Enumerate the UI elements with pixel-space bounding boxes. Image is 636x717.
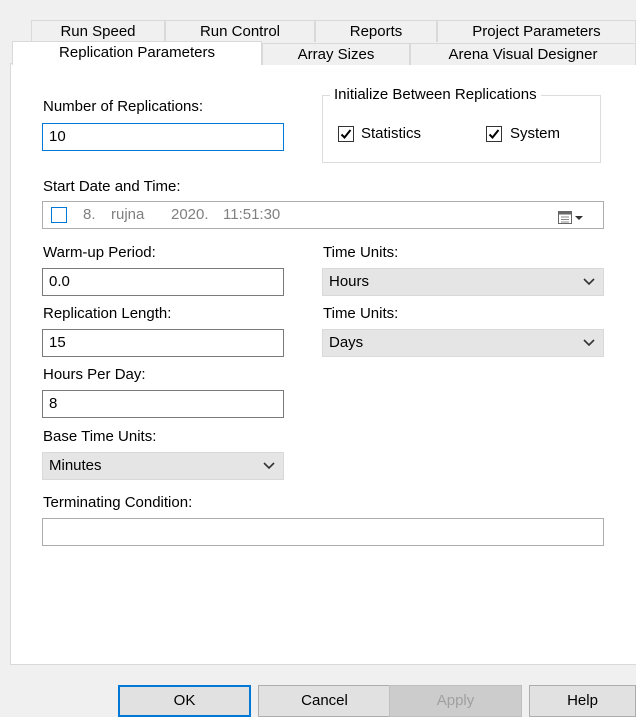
num-replications-input[interactable]: 10 [42, 123, 284, 151]
system-label: System [510, 125, 561, 142]
statistics-label: Statistics [361, 125, 422, 142]
base-time-units-label: Base Time Units: [43, 428, 157, 445]
start-date-time: 11:51:30 [223, 206, 281, 223]
replication-length-input[interactable]: 15 [42, 329, 284, 357]
tab-replication-parameters[interactable]: Replication Parameters [12, 41, 262, 65]
calendar-dropdown-icon[interactable] [558, 208, 586, 234]
tab-run-speed[interactable]: Run Speed [31, 20, 165, 42]
terminating-condition-input[interactable] [42, 518, 604, 546]
start-date-day: 8. [83, 206, 96, 223]
replication-time-units-value: Days [329, 334, 364, 351]
ok-button[interactable]: OK [118, 685, 251, 717]
start-date-label: Start Date and Time: [43, 178, 181, 195]
cancel-button[interactable]: Cancel [258, 685, 391, 717]
warmup-time-units-value: Hours [329, 273, 370, 290]
replication-length-label: Replication Length: [43, 305, 172, 322]
start-date-month: rujna [111, 206, 145, 223]
tab-run-control[interactable]: Run Control [165, 20, 315, 42]
tab-arena-visual-designer[interactable]: Arena Visual Designer [410, 43, 636, 65]
base-time-units-select[interactable]: Minutes [42, 452, 284, 480]
checkmark-icon [340, 129, 352, 139]
warmup-period-label: Warm-up Period: [43, 244, 156, 261]
warmup-time-units-select[interactable]: Hours [322, 268, 604, 296]
warmup-time-units-label: Time Units: [323, 244, 399, 261]
hours-per-day-label: Hours Per Day: [43, 366, 146, 383]
chevron-down-icon [583, 278, 595, 286]
initialize-group-title: Initialize Between Replications [330, 86, 541, 103]
replication-time-units-label: Time Units: [323, 305, 399, 322]
tab-project-parameters[interactable]: Project Parameters [437, 20, 636, 42]
help-button[interactable]: Help [529, 685, 636, 717]
checkmark-icon [488, 129, 500, 139]
apply-button[interactable]: Apply [389, 685, 522, 717]
warmup-period-input[interactable]: 0.0 [42, 268, 284, 296]
start-date-year: 2020. [171, 206, 209, 223]
replication-time-units-select[interactable]: Days [322, 329, 604, 357]
num-replications-label: Number of Replications: [43, 98, 204, 115]
start-date-picker[interactable]: 8. rujna 2020. 11:51:30 [42, 201, 604, 229]
start-date-enable-checkbox[interactable] [51, 207, 67, 223]
tab-reports[interactable]: Reports [315, 20, 437, 42]
tab-array-sizes[interactable]: Array Sizes [262, 43, 410, 65]
statistics-checkbox[interactable] [338, 126, 354, 142]
chevron-down-icon [583, 339, 595, 347]
hours-per-day-input[interactable]: 8 [42, 390, 284, 418]
terminating-condition-label: Terminating Condition: [43, 494, 193, 511]
base-time-units-value: Minutes [49, 457, 102, 474]
chevron-down-icon [263, 462, 275, 470]
system-checkbox[interactable] [486, 126, 502, 142]
